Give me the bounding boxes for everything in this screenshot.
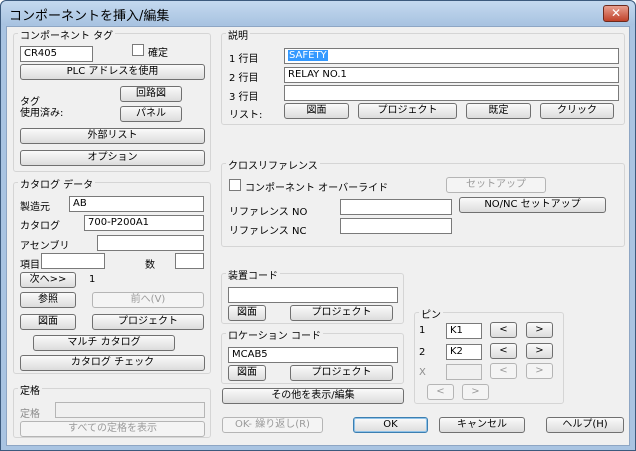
catalog-data-group-label: カタログ データ	[18, 176, 96, 191]
pins-group-label: ピン	[419, 306, 443, 321]
ok-repeat-button[interactable]: OK- 繰り返し(R)	[222, 417, 323, 433]
previous-button[interactable]: 前へ(V)	[92, 292, 204, 308]
multi-catalog-button[interactable]: マルチ カタログ	[33, 335, 175, 351]
cross-reference-group-label: クロスリファレンス	[226, 157, 320, 172]
dialog-body: コンポーネント タグ CR405 確定 PLC アドレスを使用 タグ 使用済み:…	[6, 26, 630, 446]
insert-edit-component-dialog: コンポーネントを挿入/編集 ✕ コンポーネント タグ CR405 確定 PLC …	[0, 0, 636, 451]
pinx-label: X	[419, 367, 426, 378]
window-title: コンポーネントを挿入/編集	[9, 9, 170, 24]
pinx-next-button[interactable]: >	[526, 363, 553, 379]
show-all-ratings-button[interactable]: すべての定格を表示	[20, 421, 205, 437]
manufacturer-input[interactable]: AB	[69, 196, 204, 212]
line2-label: 2 行目	[229, 73, 259, 84]
no-nc-setup-button[interactable]: NO/NC セットアップ	[459, 197, 606, 213]
catalog-project-button[interactable]: プロジェクト	[92, 314, 204, 330]
description-defaults-button[interactable]: 既定	[466, 103, 531, 119]
external-list-button[interactable]: 外部リスト	[20, 128, 205, 144]
line1-input[interactable]: SAFETY	[284, 48, 619, 64]
pinx-prev-button[interactable]: <	[490, 363, 517, 379]
help-button[interactable]: ヘルプ(H)	[546, 417, 624, 433]
pinx-input[interactable]	[446, 364, 482, 380]
rating-label: 定格	[20, 409, 40, 420]
pin1-input[interactable]: K1	[446, 323, 482, 339]
reference-no-input[interactable]	[340, 199, 452, 215]
item-label: 項目	[20, 260, 40, 271]
tag-input[interactable]: CR405	[20, 46, 93, 62]
fixed-checkbox[interactable]	[132, 44, 144, 56]
fixed-checkbox-label: 確定	[148, 48, 168, 59]
pin2-next-button[interactable]: >	[526, 343, 553, 359]
show-edit-others-button[interactable]: その他を表示/編集	[222, 388, 404, 404]
manufacturer-label: 製造元	[20, 202, 50, 213]
used-label: 使用済み:	[20, 108, 64, 119]
pin-list-prev-button[interactable]: <	[427, 384, 454, 400]
description-drawing-button[interactable]: 図面	[284, 103, 349, 119]
next-count: 1	[89, 274, 96, 285]
schematic-button[interactable]: 回路図	[120, 86, 182, 102]
line1-label: 1 行目	[229, 54, 259, 65]
pin2-prev-button[interactable]: <	[490, 343, 517, 359]
catalog-label: カタログ	[20, 221, 60, 232]
pin-list-next-button[interactable]: >	[462, 384, 489, 400]
rating-group-label: 定格	[18, 382, 42, 397]
installation-code-group-label: 装置コード	[226, 267, 280, 282]
line3-label: 3 行目	[229, 92, 259, 103]
catalog-check-button[interactable]: カタログ チェック	[20, 355, 205, 371]
component-override-checkbox[interactable]	[229, 179, 241, 191]
use-plc-address-button[interactable]: PLC アドレスを使用	[20, 64, 205, 80]
location-code-input[interactable]: MCAB5	[228, 347, 398, 363]
installation-drawing-button[interactable]: 図面	[228, 305, 266, 321]
pin1-label: 1	[419, 325, 426, 336]
ok-button[interactable]: OK	[353, 417, 428, 433]
installation-code-input[interactable]	[228, 287, 398, 303]
next-button[interactable]: 次へ>>	[20, 272, 76, 288]
pin1-next-button[interactable]: >	[526, 322, 553, 338]
description-group-label: 説明	[226, 27, 250, 42]
assembly-input[interactable]	[97, 235, 204, 251]
close-icon[interactable]: ✕	[603, 5, 629, 22]
line3-input[interactable]	[284, 85, 619, 101]
description-pick-button[interactable]: クリック	[540, 103, 614, 119]
pin2-label: 2	[419, 347, 426, 358]
lookup-button[interactable]: 参照	[20, 292, 76, 308]
rating-input[interactable]	[55, 402, 205, 418]
title-bar[interactable]: コンポーネントを挿入/編集 ✕	[1, 1, 635, 25]
assembly-label: アセンブリ	[20, 241, 70, 252]
reference-nc-input[interactable]	[340, 218, 452, 234]
reference-no-label: リファレンス NO	[229, 207, 308, 218]
component-override-label: コンポーネント オーバーライド	[245, 183, 389, 194]
cancel-button[interactable]: キャンセル	[439, 417, 525, 433]
count-input[interactable]	[175, 253, 204, 269]
panel-button[interactable]: パネル	[120, 106, 182, 122]
catalog-input[interactable]: 700-P200A1	[84, 215, 204, 231]
line2-input[interactable]: RELAY NO.1	[284, 67, 619, 83]
description-project-button[interactable]: プロジェクト	[358, 103, 457, 119]
catalog-drawing-button[interactable]: 図面	[20, 314, 76, 330]
pin1-prev-button[interactable]: <	[490, 322, 517, 338]
xref-setup-button[interactable]: セットアップ	[446, 177, 546, 193]
location-project-button[interactable]: プロジェクト	[290, 365, 393, 381]
reference-nc-label: リファレンス NC	[229, 226, 307, 237]
component-tag-group-label: コンポーネント タグ	[18, 27, 116, 42]
count-label: 数	[145, 260, 155, 271]
location-drawing-button[interactable]: 図面	[228, 365, 266, 381]
options-button[interactable]: オプション	[20, 150, 205, 166]
location-code-group-label: ロケーション コード	[226, 327, 323, 342]
installation-project-button[interactable]: プロジェクト	[290, 305, 393, 321]
list-label: リスト:	[229, 110, 263, 121]
line1-selected-text: SAFETY	[288, 50, 328, 61]
pin2-input[interactable]: K2	[446, 344, 482, 360]
item-input[interactable]	[41, 253, 105, 269]
